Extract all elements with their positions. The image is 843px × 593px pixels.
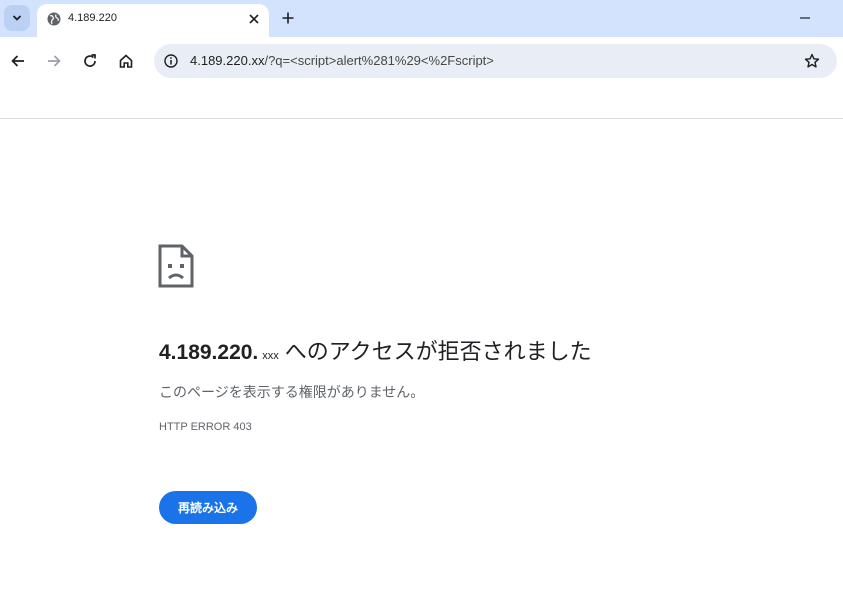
error-title-message: へのアクセスが拒否されました xyxy=(284,339,592,364)
address-bar[interactable]: 4.189.220.xx/?q=<script>alert%281%29<%2F… xyxy=(154,44,837,78)
home-icon xyxy=(119,54,133,68)
sad-document-icon xyxy=(158,244,194,288)
home-button[interactable] xyxy=(116,51,136,71)
star-icon xyxy=(804,53,820,68)
forward-button[interactable] xyxy=(44,51,64,71)
back-arrow-icon xyxy=(11,55,24,67)
toolbar: 4.189.220.xx/?q=<script>alert%281%29<%2F… xyxy=(0,37,843,85)
error-title-host-suffix: xxx xyxy=(262,350,279,362)
site-info-button[interactable] xyxy=(162,52,180,70)
error-description: このページを表示する権限がありません。 xyxy=(159,385,425,401)
tab-search-button[interactable] xyxy=(4,5,30,31)
new-tab-button[interactable] xyxy=(278,8,298,28)
active-tab[interactable]: 4.189.220 xyxy=(37,4,269,37)
chevron-down-icon xyxy=(12,15,22,21)
tab-title: 4.189.220 xyxy=(68,12,117,24)
site-info-icon xyxy=(164,54,178,68)
reload-icon xyxy=(84,54,96,67)
tab-strip: 4.189.220 xyxy=(0,0,843,37)
reload-page-button[interactable]: 再読み込み xyxy=(159,491,257,524)
close-icon xyxy=(249,14,259,24)
url-path: /?q=<script>alert%281%29<%2Fscript> xyxy=(264,53,494,68)
minimize-button[interactable] xyxy=(795,8,815,28)
tab-close-button[interactable] xyxy=(245,10,263,28)
url-host: 4.189.220.xx xyxy=(190,53,265,68)
toolbar-divider xyxy=(0,118,843,119)
url-text[interactable]: 4.189.220.xx/?q=<script>alert%281%29<%2F… xyxy=(190,53,494,68)
error-title-host: 4.189.220. xyxy=(159,341,259,364)
back-button[interactable] xyxy=(8,51,28,71)
globe-icon xyxy=(47,12,61,26)
forward-arrow-icon xyxy=(48,55,61,67)
minimize-icon xyxy=(800,17,810,19)
error-title: 4.189.220. xxx へのアクセスが拒否されました xyxy=(159,334,592,366)
bookmark-button[interactable] xyxy=(802,51,822,71)
plus-icon xyxy=(282,12,294,24)
error-code: HTTP ERROR 403 xyxy=(159,421,252,433)
reload-button[interactable] xyxy=(80,51,100,71)
